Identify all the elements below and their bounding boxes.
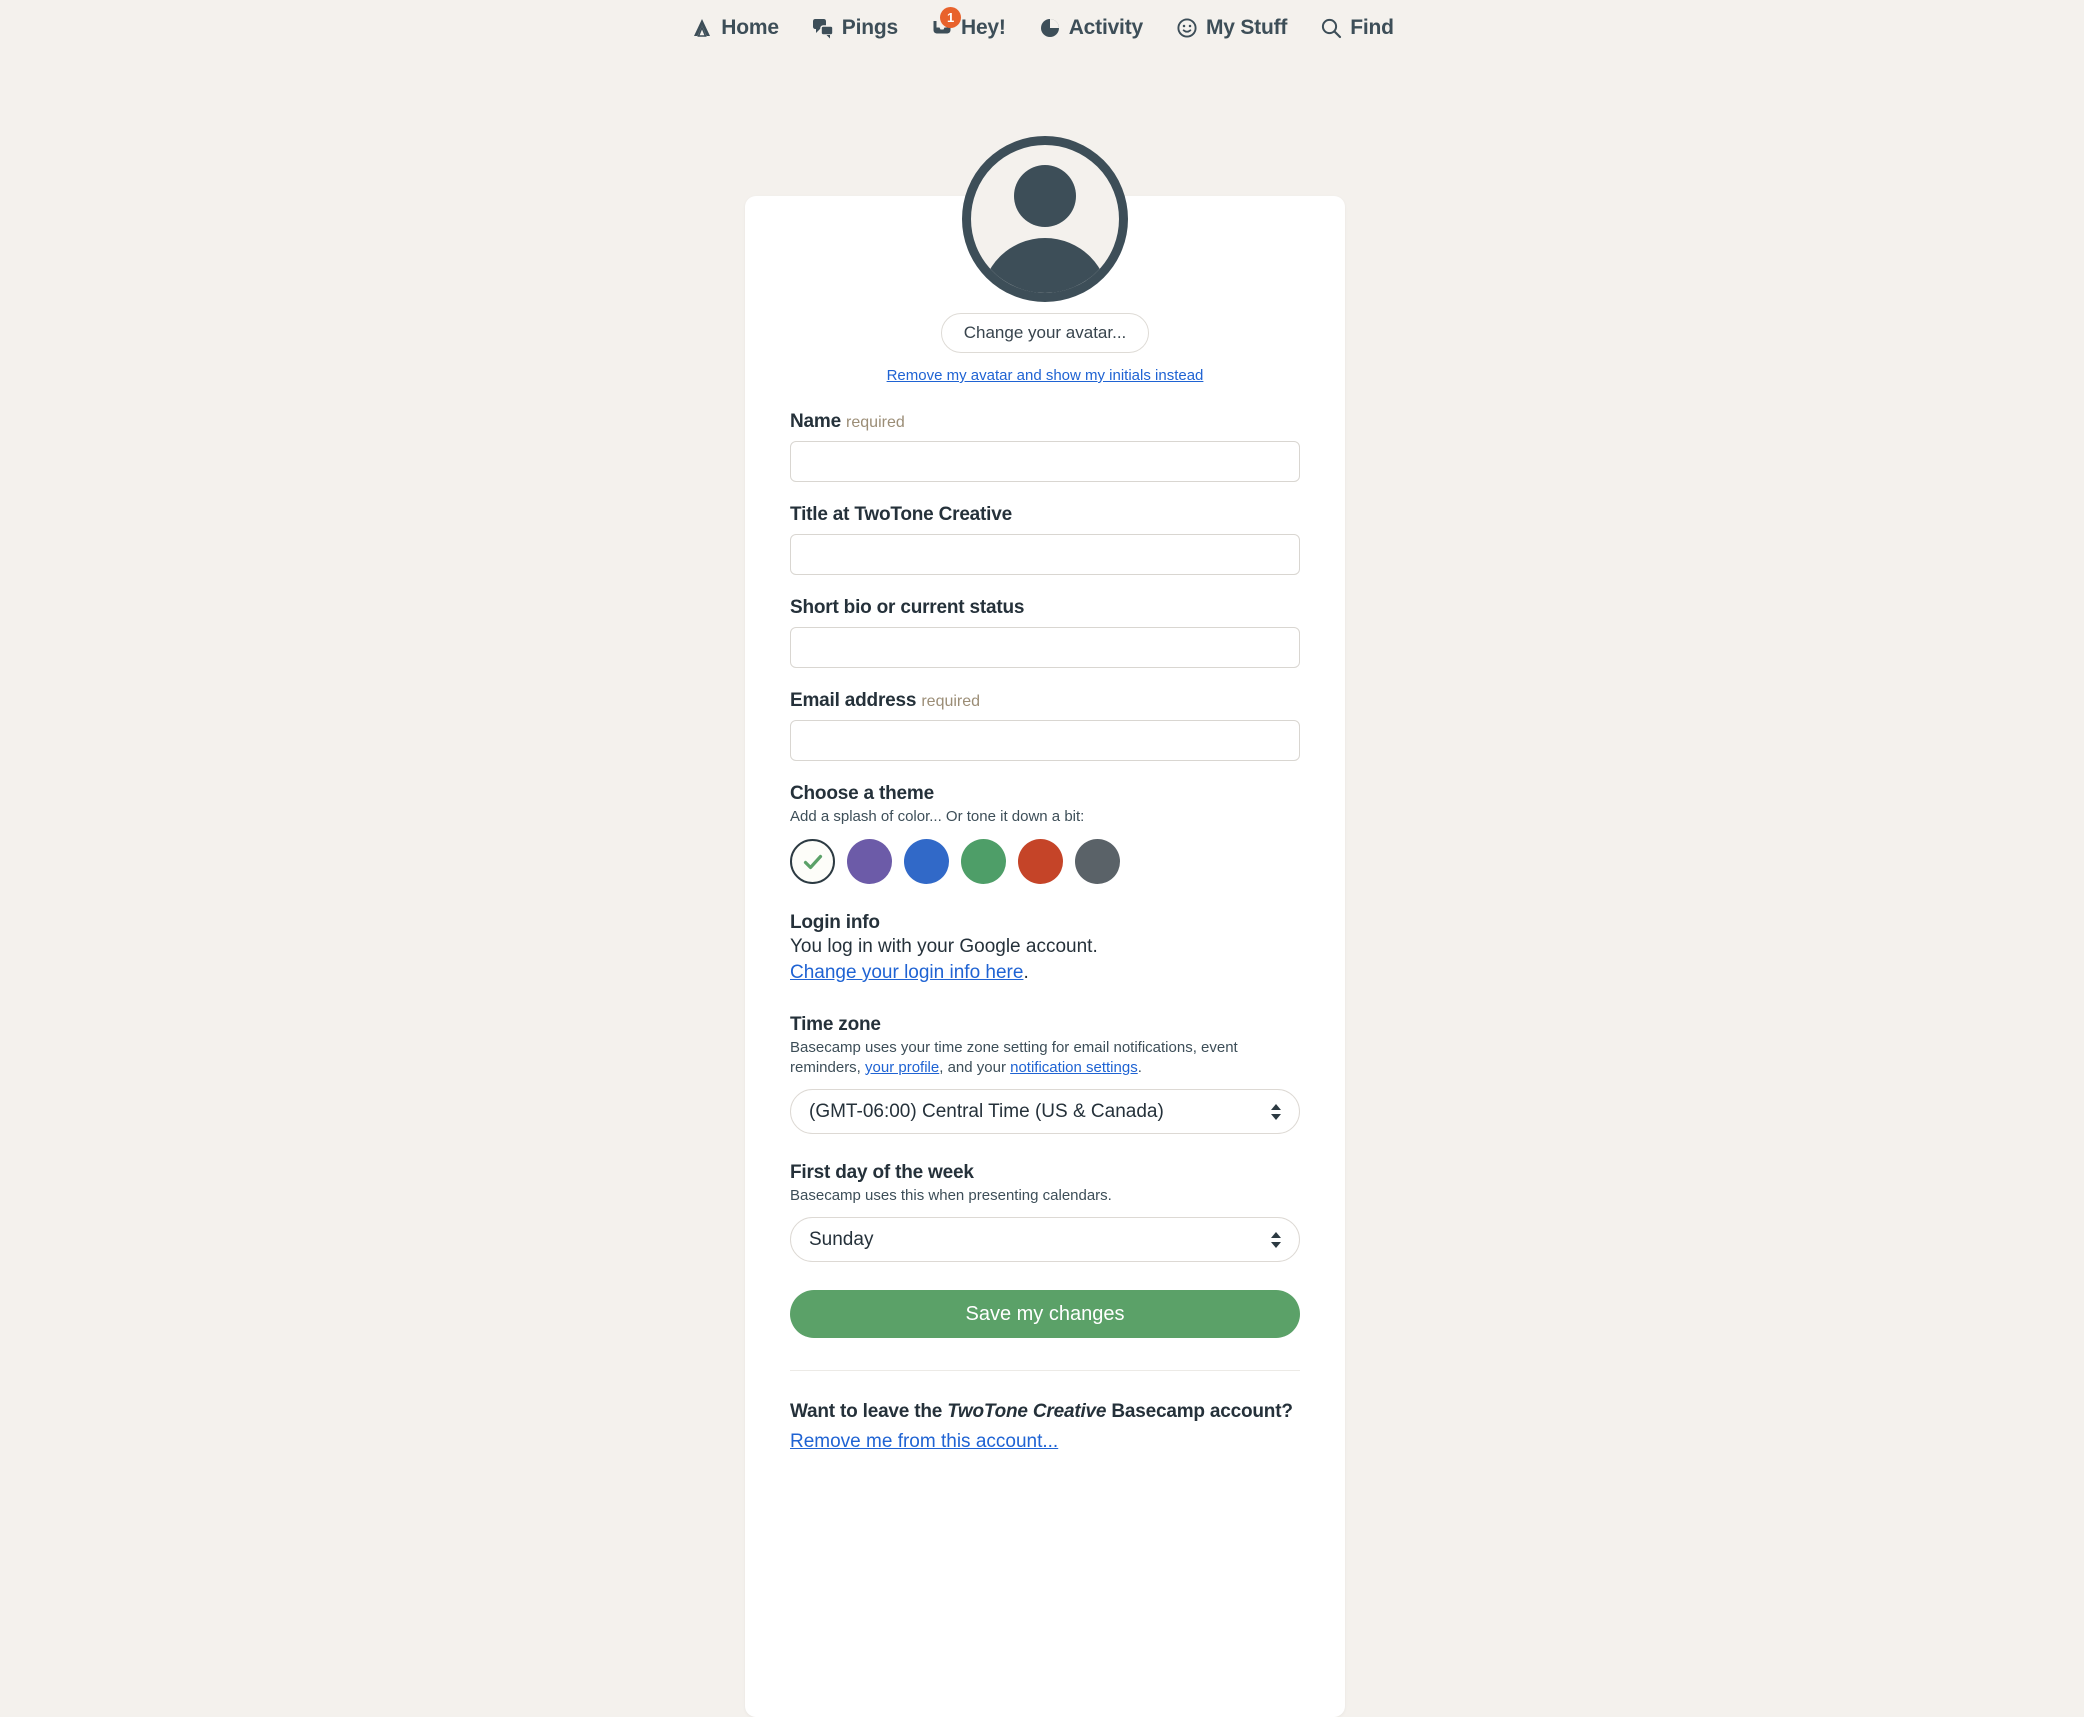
theme-swatch-purple[interactable] [847, 839, 892, 885]
nav-label: Hey! [960, 16, 1006, 39]
theme-subtitle: Add a splash of color... Or tone it down… [790, 808, 1085, 825]
bio-input[interactable] [790, 627, 1300, 668]
smiley-face-icon [1175, 16, 1199, 40]
time-zone-select-wrap: (GMT-06:00) Central Time (US & Canada) [790, 1089, 1300, 1135]
field-title: Title at TwoTone Creative [790, 504, 1300, 575]
login-info-section: Login info You log in with your Google a… [790, 912, 1300, 985]
basecamp-tent-icon [690, 16, 714, 40]
profile-settings-card: Change your avatar... Remove my avatar a… [745, 136, 1345, 1717]
theme-swatch-red[interactable] [1018, 839, 1063, 885]
leave-heading-part1: Want to leave the [790, 1401, 948, 1423]
name-required-tag: required [846, 414, 905, 431]
email-label-text: Email address [790, 690, 917, 711]
activity-pie-icon [1038, 16, 1062, 40]
change-login-info-link[interactable]: Change your login info here [790, 962, 1023, 983]
login-info-line: Change your login info here. [790, 960, 1300, 986]
first-day-select-wrap: Sunday [790, 1217, 1300, 1263]
first-day-title: First day of the week [790, 1162, 974, 1184]
login-info-title: Login info [790, 912, 880, 934]
remove-me-from-account-link[interactable]: Remove me from this account... [790, 1431, 1058, 1453]
nav-label: Activity [1068, 16, 1143, 39]
avatar-body-shape [981, 238, 1109, 293]
theme-swatch-default[interactable] [790, 839, 835, 885]
profile-form: Name required Title at TwoTone Creative … [790, 385, 1300, 761]
title-input[interactable] [790, 534, 1300, 575]
notification-settings-link[interactable]: notification settings [1010, 1059, 1138, 1076]
time-zone-select[interactable]: (GMT-06:00) Central Time (US & Canada) [790, 1089, 1300, 1135]
nav-item-hey[interactable]: 1 Hey! [930, 7, 1006, 40]
card-bottom-spacer [790, 1453, 1300, 1487]
avatar-head-shape [1014, 165, 1076, 227]
tz-desc-part3: . [1137, 1058, 1142, 1076]
login-info-description: You log in with your Google account. [790, 936, 1098, 958]
nav-label: My Stuff [1205, 16, 1288, 39]
first-day-description: Basecamp uses this when presenting calen… [790, 1187, 1112, 1205]
tz-desc-part2: , and your [939, 1058, 1011, 1076]
nav-item-activity[interactable]: Activity [1038, 16, 1143, 40]
nav-label: Find [1350, 16, 1394, 39]
avatar[interactable] [962, 136, 1128, 302]
field-name: Name required [790, 411, 1300, 482]
email-required-tag: required [921, 693, 981, 710]
email-input[interactable] [790, 720, 1300, 761]
theme-swatch-blue[interactable] [904, 839, 949, 885]
nav-label: Home [721, 16, 779, 39]
nav-item-home[interactable]: Home [690, 16, 779, 40]
title-label: Title at TwoTone Creative [790, 504, 1012, 525]
save-changes-button[interactable]: Save my changes [790, 1290, 1300, 1339]
footer-divider [790, 1370, 1300, 1372]
inbox-tray-icon: 1 [930, 7, 961, 40]
avatar-placeholder-image [962, 136, 1128, 302]
first-day-select[interactable]: Sunday [790, 1217, 1300, 1263]
field-bio: Short bio or current status [790, 597, 1300, 668]
theme-swatch-gray[interactable] [1075, 839, 1120, 885]
name-label-text: Name [790, 411, 841, 432]
nav-badge-hey: 1 [939, 7, 961, 28]
time-zone-section: Time zone Basecamp uses your time zone s… [790, 1014, 1300, 1135]
theme-swatch-list [790, 839, 1300, 885]
time-zone-description: Basecamp uses your time zone setting for… [790, 1038, 1300, 1079]
speech-bubbles-icon [811, 16, 835, 40]
top-navigation: Home Pings 1 Hey! Activity My Stuff Find [0, 0, 2084, 50]
leave-account-section: Want to leave the TwoTone Creative Basec… [790, 1399, 1300, 1453]
login-info-period: . [1023, 961, 1029, 983]
nav-label: Pings [841, 16, 898, 39]
field-email: Email address required [790, 690, 1300, 761]
name-label: Name required [790, 411, 1300, 433]
first-day-section: First day of the week Basecamp uses this… [790, 1162, 1300, 1263]
theme-title: Choose a theme [790, 783, 934, 804]
nav-item-find[interactable]: Find [1319, 16, 1394, 40]
email-label: Email address required [790, 690, 1300, 712]
theme-swatch-green[interactable] [961, 839, 1006, 885]
leave-heading-part2: Basecamp account? [1106, 1401, 1293, 1423]
nav-item-pings[interactable]: Pings [811, 16, 898, 40]
time-zone-title: Time zone [790, 1013, 881, 1035]
search-icon [1319, 16, 1343, 40]
checkmark-icon [803, 854, 822, 869]
bio-label: Short bio or current status [790, 597, 1025, 618]
theme-section: Choose a theme Add a splash of color... … [790, 783, 1300, 885]
your-profile-link[interactable]: your profile [865, 1059, 939, 1076]
change-avatar-button[interactable]: Change your avatar... [940, 313, 1150, 353]
name-input[interactable] [790, 441, 1300, 482]
remove-avatar-link[interactable]: Remove my avatar and show my initials in… [887, 367, 1204, 384]
leave-heading-account-name: TwoTone Creative [947, 1401, 1107, 1423]
leave-account-heading: Want to leave the TwoTone Creative Basec… [790, 1399, 1300, 1426]
nav-item-my-stuff[interactable]: My Stuff [1175, 16, 1287, 40]
